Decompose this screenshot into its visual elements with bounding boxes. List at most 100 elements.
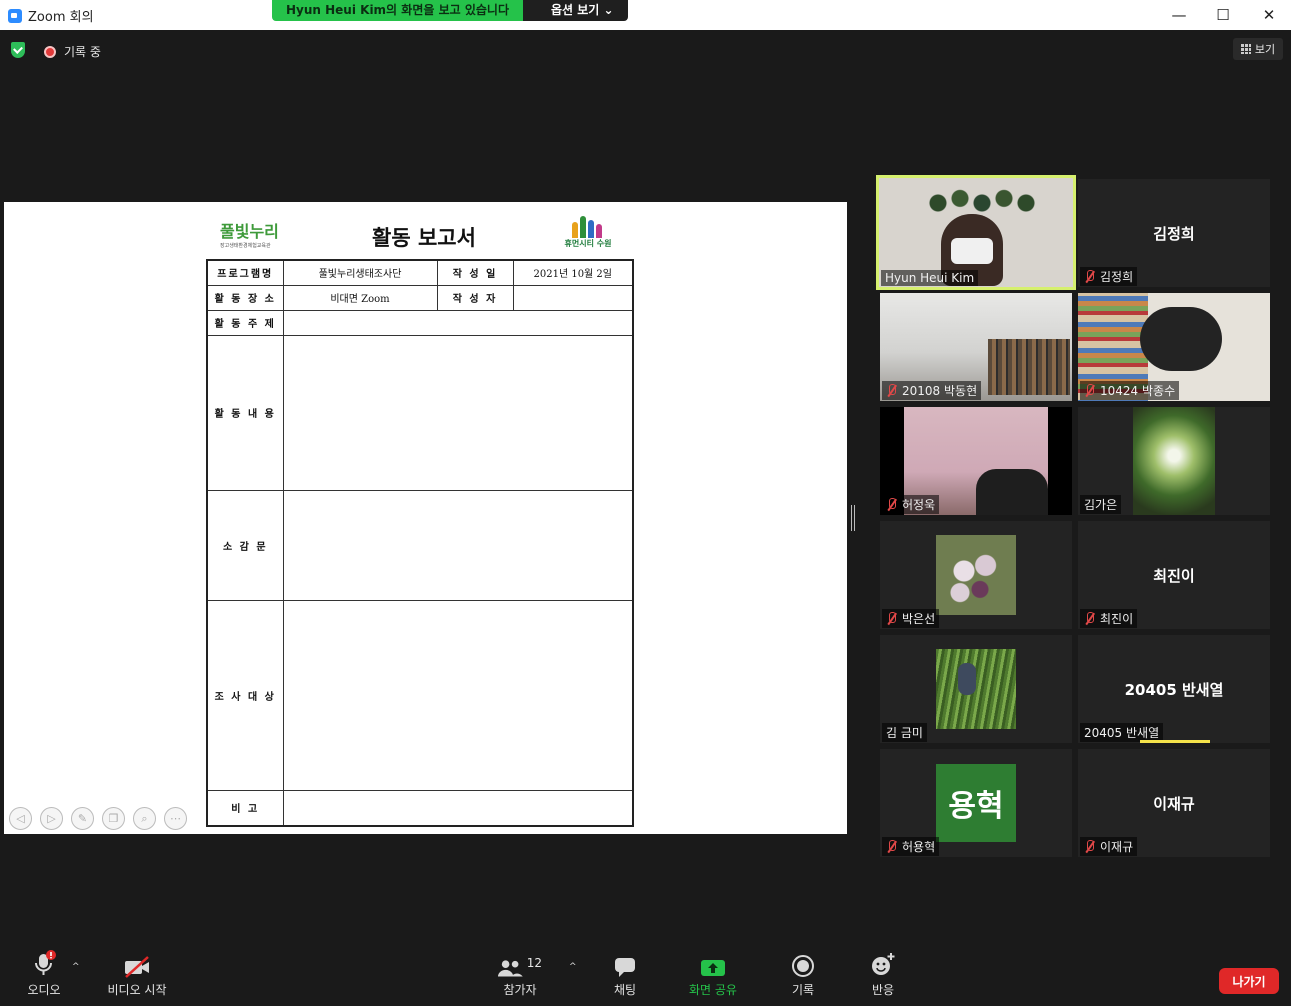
target-label: 조 사 대 상	[206, 599, 284, 791]
video-off-icon	[125, 956, 149, 978]
target-value	[282, 599, 634, 791]
participant-tile-lee-jaegyu[interactable]: 이재규 이재규	[1078, 749, 1270, 857]
slide-toolbar: ◁ ▷ ✎ ❐ ⌕ ⋯	[9, 807, 187, 830]
video-label: 비디오 시작	[107, 983, 167, 997]
pulbitnuri-logo: 풀빛누리 장고생태환경체험교육관	[220, 218, 290, 252]
record-icon	[792, 955, 814, 977]
audio-label: 오디오	[27, 983, 61, 997]
participant-name: 10424 박종수	[1080, 381, 1180, 400]
logo-left-sub: 장고생태환경체험교육관	[220, 243, 271, 249]
view-options-label: 옵션 보기	[551, 3, 600, 17]
close-button[interactable]: ✕	[1257, 4, 1281, 26]
participant-tile-10424[interactable]: 10424 박종수	[1078, 293, 1270, 401]
microphone-icon	[35, 950, 56, 975]
participants-count: 12	[526, 956, 542, 970]
maximize-button[interactable]: ☐	[1211, 4, 1235, 26]
start-video-button[interactable]: 비디오 시작	[100, 946, 174, 998]
view-label: 보기	[1254, 43, 1276, 56]
participant-center-name: 최진이	[1153, 567, 1195, 585]
person-image	[958, 663, 976, 695]
participant-name: 김 금미	[882, 723, 927, 742]
mic-muted-icon	[1084, 840, 1095, 853]
prev-slide-icon[interactable]: ◁	[9, 807, 32, 830]
grid-icon	[1240, 44, 1251, 54]
mic-muted-icon	[886, 840, 897, 853]
participants-options-chevron-icon[interactable]: ^	[569, 962, 577, 972]
author-label: 작 성 자	[436, 284, 514, 311]
participant-name: 박은선	[882, 609, 940, 628]
chat-icon	[615, 958, 635, 977]
mask-image	[951, 238, 993, 264]
recording-label: 기록 중	[64, 45, 101, 59]
panel-resize-handle[interactable]	[851, 505, 855, 531]
speaking-indicator	[1140, 740, 1210, 743]
recording-indicator[interactable]: 기록 중	[44, 43, 101, 60]
copy-icon[interactable]: ❐	[102, 807, 125, 830]
security-shield-icon[interactable]	[11, 42, 25, 58]
next-slide-icon[interactable]: ▷	[40, 807, 63, 830]
participant-tile-kim-jeonghui[interactable]: 김정희 김정희	[1078, 179, 1270, 287]
participant-tile-choi-jini[interactable]: 최진이 최진이	[1078, 521, 1270, 629]
mic-muted-icon	[1084, 384, 1095, 397]
leave-meeting-button[interactable]: 나가기	[1219, 968, 1279, 994]
participant-tile-20108[interactable]: 20108 박동현	[880, 293, 1072, 401]
record-button[interactable]: 기록	[784, 946, 822, 998]
bookshelf-image	[988, 339, 1070, 395]
people-icon	[560, 214, 616, 238]
impression-label: 소 감 문	[206, 489, 284, 601]
view-button[interactable]: 보기	[1233, 38, 1283, 60]
mic-muted-icon	[886, 384, 897, 397]
participant-tile-park-eunseon[interactable]: 박은선	[880, 521, 1072, 629]
more-icon[interactable]: ⋯	[164, 807, 187, 830]
emoji-icon	[872, 953, 895, 975]
author-value	[512, 284, 634, 311]
place-label: 활 동 장 소	[206, 284, 284, 311]
participant-tile-kim-gaeun[interactable]: 김가은	[1078, 407, 1270, 515]
reactions-button[interactable]: 반응	[864, 946, 902, 998]
share-banner-text: Hyun Heui Kim의 화면을 보고 있습니다	[272, 0, 523, 21]
participant-name: 허용혁	[882, 837, 940, 856]
view-options-button[interactable]: 옵션 보기 ⌄	[523, 0, 628, 21]
participant-tile-heo-jeonguk[interactable]: 허정욱	[880, 407, 1072, 515]
participant-center-name: 김정희	[1153, 225, 1195, 243]
title-bar: Zoom 회의 Hyun Heui Kim의 화면을 보고 있습니다 옵션 보기…	[0, 0, 1291, 30]
participant-tile-kim-geummi[interactable]: 김 금미	[880, 635, 1072, 743]
meeting-toolbar: 오디오 ^ 비디오 시작 12 참가자 ^ 채팅 화면 공유 기록 반응 나가기	[0, 946, 1291, 1006]
zoom-logo-icon	[8, 8, 22, 23]
record-dot-icon	[44, 45, 56, 58]
app-title: Zoom 회의	[8, 6, 94, 25]
participants-button[interactable]: 12 참가자	[498, 946, 542, 998]
audio-button[interactable]: 오디오	[22, 946, 66, 998]
participant-name: 김가은	[1080, 495, 1122, 514]
place-value: 비대면 Zoom	[282, 284, 438, 311]
date-label: 작 성 일	[436, 259, 514, 286]
participant-tile-heo-yonghyeok[interactable]: 용혁 허용혁	[880, 749, 1072, 857]
pen-icon[interactable]: ✎	[71, 807, 94, 830]
shared-screen: 풀빛누리 장고생태환경체험교육관 활동 보고서 휴먼시티 수원 프로그램명 풀빛…	[4, 202, 847, 834]
note-label: 비 고	[206, 789, 284, 827]
participant-tile-20405[interactable]: 20405 반새열 20405 반새열	[1078, 635, 1270, 743]
topic-value	[282, 309, 634, 336]
chat-label: 채팅	[613, 983, 637, 997]
participant-name: 최진이	[1080, 609, 1138, 628]
participant-center-name: 20405 반새열	[1124, 681, 1224, 699]
topic-label: 활 동 주 제	[206, 309, 284, 336]
participant-name: 허정욱	[882, 495, 940, 514]
program-value: 풀빛누리생태조사단	[282, 259, 438, 286]
participant-tile-hyun-heui-kim[interactable]: Hyun Heui Kim	[876, 175, 1076, 290]
mic-muted-icon	[886, 498, 897, 511]
window-title: Zoom 회의	[28, 10, 94, 25]
logo-right-text: 휴먼시티 수원	[564, 239, 612, 248]
zoom-icon[interactable]: ⌕	[133, 807, 156, 830]
participant-name: 20108 박동현	[882, 381, 982, 400]
grass-image	[936, 649, 1016, 729]
participant-center-name: 이재규	[1153, 795, 1195, 813]
chevron-down-icon: ⌄	[603, 3, 614, 17]
content-label: 활 동 내 용	[206, 334, 284, 491]
chat-button[interactable]: 채팅	[605, 946, 645, 998]
flower-image	[936, 535, 1016, 615]
share-screen-button[interactable]: 화면 공유	[684, 946, 742, 998]
program-label: 프로그램명	[206, 259, 284, 286]
minimize-button[interactable]: —	[1167, 4, 1191, 26]
audio-options-chevron-icon[interactable]: ^	[72, 962, 80, 972]
